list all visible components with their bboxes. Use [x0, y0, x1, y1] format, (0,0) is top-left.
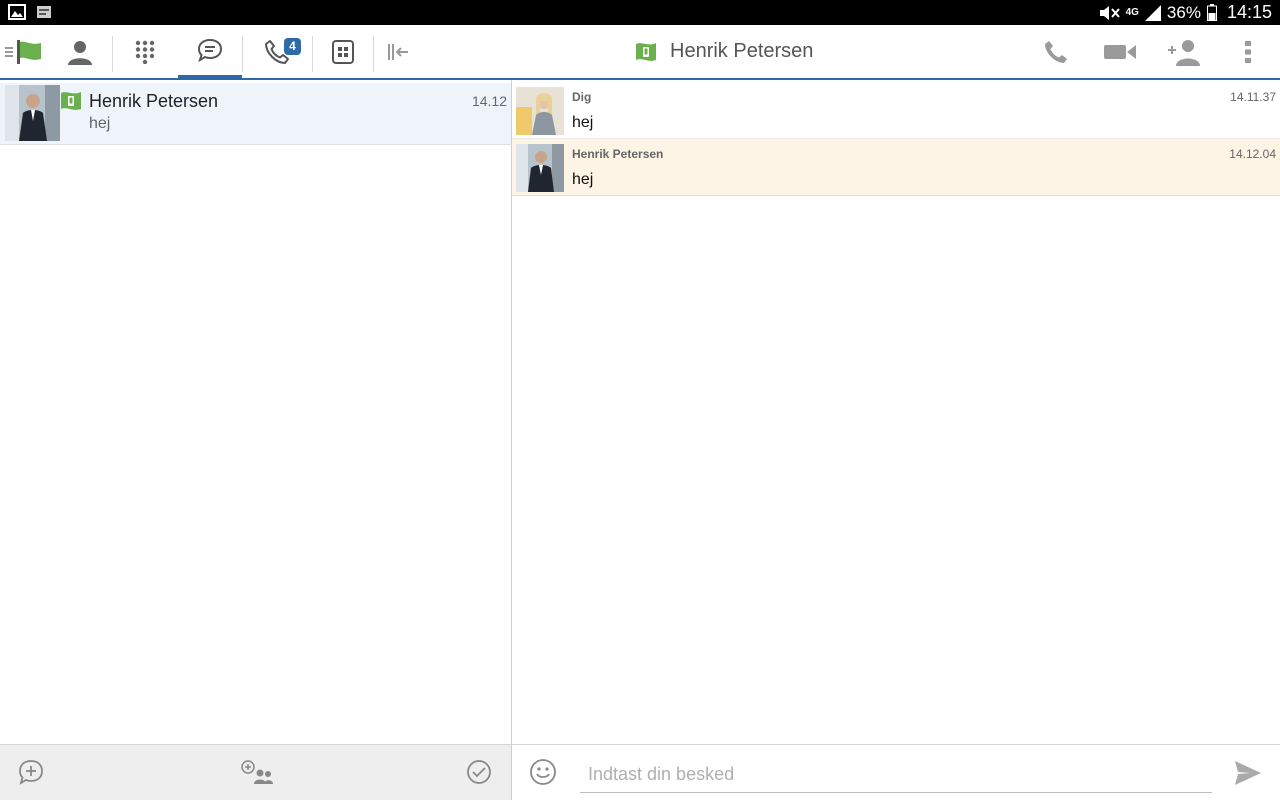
missed-calls-badge: 4: [284, 38, 301, 55]
message-input[interactable]: [580, 757, 1212, 793]
mark-all-read-button[interactable]: [464, 757, 494, 787]
battery-icon: [1206, 4, 1217, 21]
new-chat-button[interactable]: [16, 757, 46, 787]
message-item: Henrik Petersen hej 14.12.04: [512, 139, 1280, 196]
new-group-chat-button[interactable]: [239, 757, 275, 787]
toolbar-separator: [112, 36, 113, 72]
video-call-button[interactable]: [1098, 25, 1142, 78]
menu-lines-icon: [5, 46, 13, 57]
tab-contacts[interactable]: [56, 25, 104, 78]
tab-chat[interactable]: [178, 25, 242, 78]
message-time: 14.12.04: [1229, 147, 1276, 161]
voice-call-button[interactable]: [1034, 25, 1078, 78]
building-icon: [332, 39, 354, 64]
message-sender: Henrik Petersen: [572, 147, 664, 161]
message-composer: [512, 744, 1280, 800]
tab-dialpad[interactable]: [121, 25, 169, 78]
conversation-preview: hej: [89, 115, 111, 132]
chat-bubble-icon: [197, 38, 223, 62]
conversation-list-item[interactable]: Henrik Petersen hej 14.12: [0, 83, 511, 145]
dialpad-icon: [135, 40, 155, 64]
add-person-icon: [1168, 39, 1200, 66]
emoji-icon[interactable]: [528, 757, 558, 787]
gallery-notification-icon: [8, 4, 26, 20]
person-icon: [68, 40, 92, 65]
add-participant-button[interactable]: [1162, 25, 1206, 78]
conversation-list-panel: Henrik Petersen hej 14.12: [0, 80, 511, 800]
message-text: hej: [572, 171, 594, 188]
conversation-list-footer: [0, 744, 511, 800]
mobile-presence-icon: [61, 92, 81, 110]
battery-percent: 36%: [1166, 2, 1201, 22]
mute-icon: [1099, 5, 1120, 20]
contact-avatar: [516, 144, 564, 192]
toolbar-separator: [373, 36, 374, 72]
tab-calls[interactable]: 4: [251, 25, 303, 78]
mobile-presence-icon: [636, 42, 656, 61]
overflow-menu-button[interactable]: [1232, 25, 1264, 78]
conversation-time: 14.12: [471, 93, 507, 109]
system-status-bar: 4G 36% 14:15: [0, 0, 1280, 25]
signal-strength-icon: [1144, 4, 1161, 21]
toolbar-separator: [242, 36, 243, 72]
toolbar-separator: [312, 36, 313, 72]
more-vertical-icon: [1245, 40, 1251, 63]
collapse-panel-icon: [388, 43, 408, 60]
conversation-header: Henrik Petersen: [634, 25, 813, 78]
message-item: Dig hej 14.11.37: [512, 82, 1280, 139]
clock: 14:15: [1226, 2, 1272, 22]
conversation-contact-name: Henrik Petersen: [89, 91, 219, 111]
new-chat-icon: [19, 760, 43, 785]
message-sender: Dig: [572, 90, 592, 104]
phone-icon: [1045, 40, 1067, 63]
top-toolbar: 4 Henrik Petersen: [0, 25, 1280, 80]
news-notification-icon: [37, 6, 51, 18]
video-camera-icon: [1104, 44, 1136, 59]
checkmark-circle-icon: [467, 760, 491, 784]
own-avatar: [516, 87, 564, 135]
presence-menu-button[interactable]: [0, 25, 48, 78]
green-flag-icon: [17, 39, 41, 64]
collapse-panel-button[interactable]: [382, 25, 414, 78]
message-text: hej: [572, 114, 594, 131]
add-group-icon: [241, 760, 273, 784]
message-thread-panel: Dig hej 14.11.37 Henrik Petersen hej 14.…: [512, 80, 1280, 800]
header-contact-name: Henrik Petersen: [670, 40, 814, 62]
tab-switchboard[interactable]: [320, 25, 366, 78]
send-icon[interactable]: [1232, 757, 1264, 789]
network-type-label: 4G: [1125, 6, 1139, 18]
message-time: 14.11.37: [1230, 90, 1276, 104]
contact-avatar: [5, 85, 60, 141]
